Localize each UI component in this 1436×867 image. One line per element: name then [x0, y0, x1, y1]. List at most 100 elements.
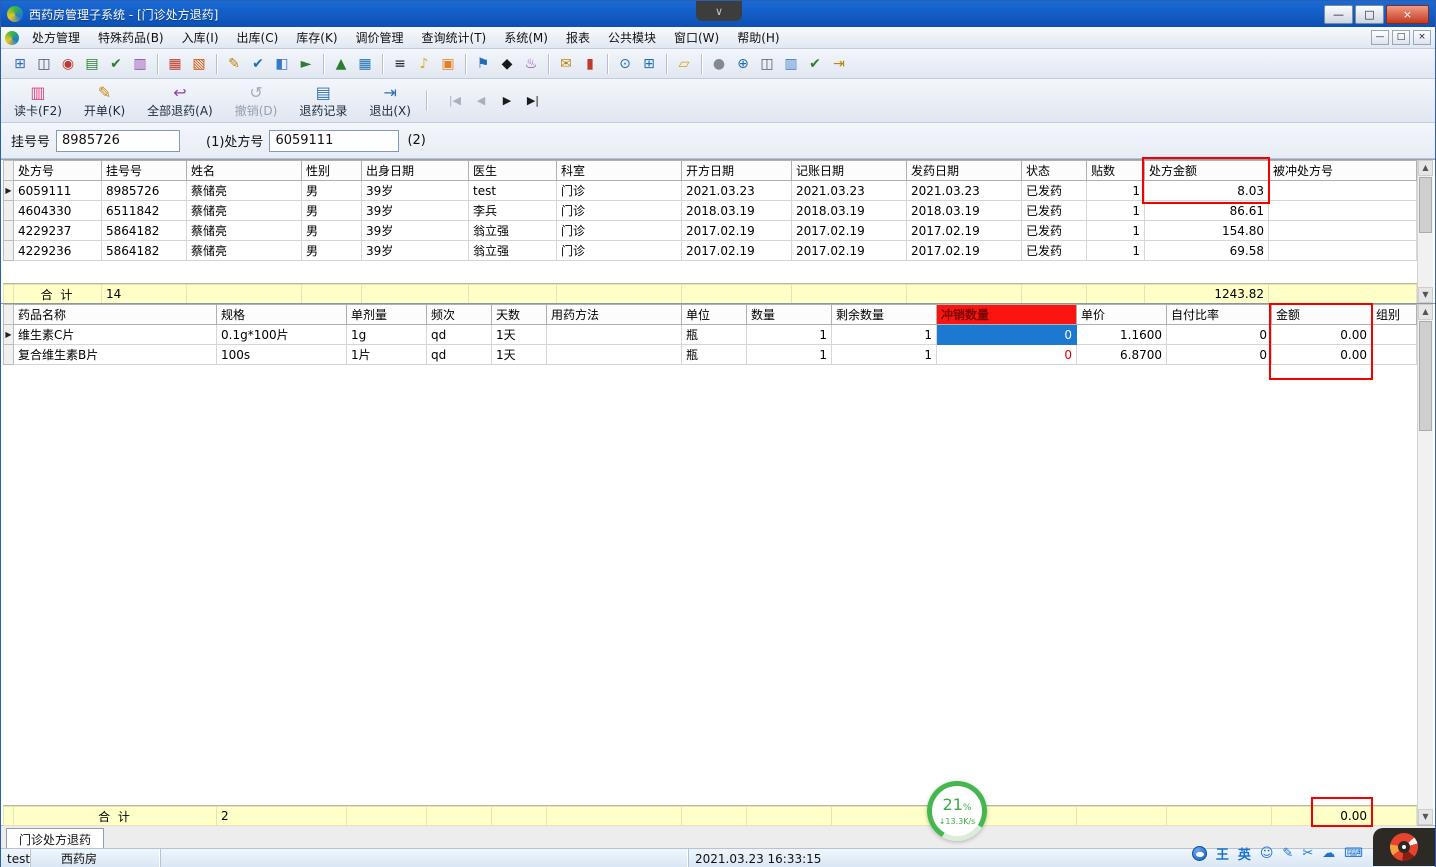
cell[interactable]: 100s [216, 344, 347, 365]
menu-item-10[interactable]: 公共模块 [599, 27, 665, 48]
cell[interactable]: 0 [936, 344, 1077, 365]
cell[interactable]: test [468, 180, 557, 201]
scrollbar-track[interactable] [1418, 234, 1433, 287]
column-header-13[interactable]: 被冲处方号 [1268, 160, 1417, 181]
cell[interactable]: 门诊 [556, 220, 682, 241]
cell[interactable]: 39岁 [361, 200, 469, 221]
reg-no-input[interactable] [56, 129, 181, 152]
nav-last-button[interactable]: ▶| [523, 91, 543, 111]
column-header-11[interactable]: 自付比率 [1166, 304, 1272, 325]
scrollbar-thumb[interactable] [1419, 321, 1432, 431]
nav-next-button[interactable]: ▶ [497, 91, 517, 111]
cell[interactable]: 0.00 [1271, 344, 1372, 365]
cell[interactable]: 2018.03.19 [681, 200, 792, 221]
barcode-icon[interactable]: ≡ [389, 53, 411, 75]
column-header-13[interactable]: 组别 [1371, 304, 1417, 325]
cell[interactable]: 李兵 [468, 200, 557, 221]
grid-view-icon[interactable]: ⊞ [638, 53, 660, 75]
send-doc-icon[interactable]: ► [295, 53, 317, 75]
mdi-close-button[interactable]: × [1413, 30, 1431, 45]
menu-item-9[interactable]: 报表 [557, 27, 599, 48]
menu-item-7[interactable]: 查询统计(T) [413, 27, 496, 48]
table-row[interactable]: 4604330 6511842 蔡储亮男 39岁 李兵 门诊 2018.03.19 2018.… [3, 200, 1417, 221]
corner-tool-widget[interactable] [1373, 828, 1435, 866]
cell[interactable]: 1.1600 [1076, 324, 1167, 345]
scrollbar-track[interactable] [1418, 432, 1433, 809]
cell[interactable]: 1 [1086, 180, 1145, 201]
print-preview-icon[interactable]: ⊞ [9, 53, 31, 75]
ime-smiley-icon[interactable]: ☺ [1260, 846, 1274, 861]
scroll-down-icon[interactable]: ▼ [1418, 809, 1433, 825]
scroll-down-icon[interactable]: ▼ [1418, 287, 1433, 303]
cell[interactable]: 4229237 [13, 220, 102, 241]
table-row[interactable]: 4229237 5864182 蔡储亮男 39岁 翁立强 门诊 2017.02.19 2017… [3, 220, 1417, 241]
cell[interactable]: 已发药 [1021, 220, 1087, 241]
dictionary-icon[interactable]: ▦ [164, 53, 186, 75]
line-chart-icon[interactable]: ▲ [330, 53, 352, 75]
cell[interactable]: 2021.03.23 [681, 180, 792, 201]
cell[interactable]: 0.1g*100片 [216, 324, 347, 345]
column-header-9[interactable]: 冲销数量 [936, 304, 1077, 325]
cell[interactable]: 1 [1086, 200, 1145, 221]
cell[interactable]: 2017.02.19 [681, 240, 792, 261]
cell[interactable]: 6059111 [13, 180, 102, 201]
cell[interactable]: 蔡储亮 [186, 240, 302, 261]
cell[interactable]: 1 [746, 344, 832, 365]
cell[interactable]: 2017.02.19 [906, 220, 1022, 241]
cell[interactable]: 86.61 [1144, 200, 1269, 221]
cell[interactable]: 4604330 [13, 200, 102, 221]
report-chart-icon[interactable]: ▦ [354, 53, 376, 75]
mdi-minimize-button[interactable]: — [1371, 30, 1389, 45]
column-header-9[interactable]: 发药日期 [906, 160, 1022, 181]
flask-icon[interactable]: ♨ [520, 53, 542, 75]
cell[interactable]: 69.58 [1144, 240, 1269, 261]
column-header-2[interactable]: 单剂量 [346, 304, 427, 325]
ime-mode-english[interactable]: 英 [1238, 844, 1251, 863]
tab-outpatient-return[interactable]: 门诊处方退药 [6, 828, 105, 848]
cell[interactable]: 39岁 [361, 180, 469, 201]
undo-button[interactable]: ↺ 撤销(D) [228, 81, 285, 121]
column-header-11[interactable]: 贴数 [1086, 160, 1145, 181]
cell[interactable] [1268, 220, 1417, 241]
cell[interactable]: 1 [1086, 240, 1145, 261]
cards-icon[interactable]: ▥ [780, 53, 802, 75]
cell[interactable] [1371, 324, 1417, 345]
cell[interactable]: 蔡储亮 [186, 220, 302, 241]
close-button[interactable]: × [1386, 4, 1429, 24]
split-view-icon[interactable]: ◫ [756, 53, 778, 75]
ledger-icon[interactable]: ▤ [81, 53, 103, 75]
cell[interactable] [1371, 344, 1417, 365]
cell[interactable]: 2017.02.19 [906, 240, 1022, 261]
column-header-2[interactable]: 姓名 [186, 160, 302, 181]
menu-item-6[interactable]: 调价管理 [347, 27, 413, 48]
cell[interactable]: 1天 [491, 344, 547, 365]
cell[interactable]: 5864182 [101, 220, 187, 241]
scroll-up-icon[interactable]: ▲ [1418, 160, 1433, 176]
cell[interactable]: 蔡储亮 [186, 200, 302, 221]
column-header-5[interactable]: 用药方法 [546, 304, 682, 325]
table-row[interactable]: ▶ 6059111 8985726 蔡储亮男 39岁 test 门诊 2021.03.23 20… [3, 180, 1417, 201]
cell[interactable]: 8.03 [1144, 180, 1269, 201]
cell[interactable]: 2017.02.19 [791, 220, 907, 241]
cell[interactable]: 已发药 [1021, 180, 1087, 201]
drug-detail-scrollbar[interactable]: ▲ ▼ [1417, 304, 1433, 825]
cell[interactable]: 蔡储亮 [186, 180, 302, 201]
cell[interactable]: 男 [301, 200, 362, 221]
bell-icon[interactable]: ♪ [413, 53, 435, 75]
thermometer-icon[interactable]: ▮ [579, 53, 601, 75]
return-records-button[interactable]: ▤ 退药记录 [292, 81, 354, 121]
cell[interactable]: 8985726 [101, 180, 187, 201]
column-header-4[interactable]: 天数 [491, 304, 547, 325]
table-row[interactable]: 4229236 5864182 蔡储亮男 39岁 翁立强 门诊 2017.02.19 2017… [3, 240, 1417, 261]
audit-icon[interactable]: ✔ [105, 53, 127, 75]
table-row[interactable]: ▶ 维生素C片 0.1g*100片 1g qd 1天瓶 1 1 0 1.1600 0 0.00 [3, 324, 1417, 345]
cell[interactable]: 瓶 [681, 344, 747, 365]
cell[interactable]: 6.8700 [1076, 344, 1167, 365]
cell[interactable]: 154.80 [1144, 220, 1269, 241]
package-icon[interactable]: ▣ [437, 53, 459, 75]
mdi-restore-button[interactable]: □ [1392, 30, 1410, 45]
ime-mode-wubi[interactable]: 王 [1216, 844, 1229, 863]
cell[interactable]: 已发药 [1021, 200, 1087, 221]
cell[interactable]: 0 [1166, 324, 1272, 345]
column-header-6[interactable]: 单位 [681, 304, 747, 325]
